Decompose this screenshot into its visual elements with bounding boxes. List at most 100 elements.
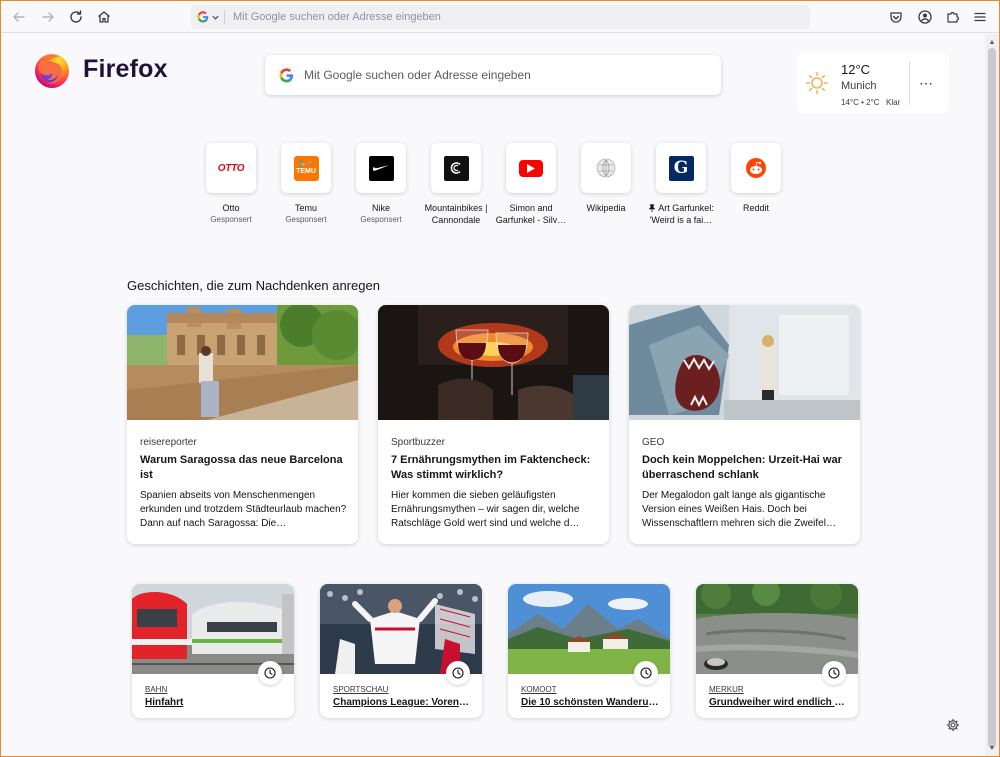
search-engine-selector[interactable] xyxy=(197,11,220,23)
story-card[interactable]: GEO Doch kein Moppelchen: Urzeit-Hai war… xyxy=(629,305,860,544)
topsite-temu[interactable]: 🛍️ 🛒 TEMU Temu Gesponsert xyxy=(268,143,344,224)
weather-more-icon[interactable]: ⋯ xyxy=(919,75,934,92)
topsite-reddit[interactable]: Reddit xyxy=(718,143,794,214)
topsite-otto[interactable]: OTTO Otto Gesponsert xyxy=(193,143,269,224)
story-excerpt: Hier kommen die sieben geläufigsten Ernä… xyxy=(391,490,580,529)
home-icon xyxy=(98,11,110,23)
google-icon xyxy=(279,67,294,82)
topsite-title: Mountainbikes | Cannondale xyxy=(424,203,488,225)
small-story-card[interactable]: KOMOOT Die 10 schönsten Wanderungen xyxy=(508,584,670,718)
otto-logo-icon: OTTO xyxy=(217,162,245,174)
main-search-box[interactable] xyxy=(265,55,721,95)
firefox-logo: Firefox xyxy=(31,48,168,90)
weather-widget[interactable]: 12°C Munich 14°C • 2°C Klar ⋯ xyxy=(797,53,949,113)
clock-icon xyxy=(258,661,282,685)
topsite-title: Wikipedia xyxy=(586,203,626,213)
topsite-title: Otto xyxy=(222,203,240,213)
clock-icon xyxy=(634,661,658,685)
topsite-tile[interactable] xyxy=(356,143,406,193)
story-image-wine xyxy=(378,305,609,420)
story-excerpt: Spanien abseits von Menschenmengen erkun… xyxy=(140,490,347,529)
topsite-cannondale[interactable]: Mountainbikes | Cannondale xyxy=(418,143,494,226)
pocket-button[interactable] xyxy=(884,5,908,29)
search-input[interactable] xyxy=(304,68,704,82)
topsite-title: Simon and Garfunkel - Silv… xyxy=(495,203,567,225)
story-image-saragossa xyxy=(127,305,358,420)
topsite-title: Reddit xyxy=(742,203,769,213)
small-story-card[interactable]: BAHN Hinfahrt xyxy=(132,584,294,718)
story-source: Sportbuzzer xyxy=(391,437,445,448)
story-card[interactable]: reisereporter Warum Saragossa das neue B… xyxy=(127,305,358,544)
section-title: Geschichten, die zum Nachdenken anregen xyxy=(127,278,380,293)
story-title[interactable]: Grundweiher wird endlich saniert xyxy=(709,697,847,708)
scrollbar-thumb[interactable] xyxy=(988,48,996,748)
topsite-tile[interactable] xyxy=(506,143,556,193)
story-title[interactable]: Hinfahrt xyxy=(145,697,283,708)
story-title[interactable]: Warum Saragossa das neue Barcelona ist xyxy=(140,453,348,483)
topsite-tile[interactable]: OTTO xyxy=(206,143,256,193)
story-source: BAHN xyxy=(145,685,168,694)
story-card[interactable]: Sportbuzzer 7 Ernährungsmythen im Fakten… xyxy=(378,305,609,544)
customize-button[interactable] xyxy=(946,718,960,737)
google-icon xyxy=(197,11,209,23)
story-title[interactable]: 7 Ernährungsmythen im Faktencheck: Was s… xyxy=(391,453,599,483)
urlbar-separator xyxy=(224,10,225,24)
pin-icon xyxy=(648,204,656,212)
story-source: MERKUR xyxy=(709,685,744,694)
nike-logo-icon xyxy=(368,155,394,181)
topsite-guardian[interactable]: G Art Garfunkel: 'Weird is a fai… xyxy=(643,143,719,226)
story-title[interactable]: Die 10 schönsten Wanderungen xyxy=(521,697,659,708)
weather-temperature: 12°C xyxy=(841,62,871,77)
story-image-shark xyxy=(629,305,860,420)
topsite-title: Temu xyxy=(294,203,317,213)
browser-toolbar xyxy=(1,1,999,33)
extensions-button[interactable] xyxy=(941,5,965,29)
topsite-tile[interactable] xyxy=(431,143,481,193)
topsite-tile[interactable]: 🛍️ 🛒 TEMU xyxy=(281,143,331,193)
story-source: SPORTSCHAU xyxy=(333,685,389,694)
story-title[interactable]: Champions League: Vorentscheidung xyxy=(333,697,471,708)
hamburger-icon xyxy=(974,12,986,22)
topsite-sponsored-label: Gesponsert xyxy=(285,215,327,224)
topsite-title: Nike xyxy=(371,203,390,213)
account-button[interactable] xyxy=(913,5,937,29)
topsite-tile[interactable]: G xyxy=(656,143,706,193)
page-scrollbar[interactable]: ▲ ▼ xyxy=(985,34,999,756)
chevron-down-icon xyxy=(212,15,219,20)
topsite-tile[interactable] xyxy=(731,143,781,193)
scroll-down-arrow-icon[interactable]: ▼ xyxy=(988,744,996,752)
url-bar[interactable] xyxy=(191,5,810,29)
arrow-right-icon xyxy=(42,12,54,22)
cannondale-logo-icon xyxy=(443,155,469,181)
forward-button[interactable] xyxy=(36,5,60,29)
back-button[interactable] xyxy=(7,5,31,29)
reload-button[interactable] xyxy=(64,5,88,29)
pocket-icon xyxy=(890,12,902,23)
sun-icon xyxy=(805,71,829,95)
url-input[interactable] xyxy=(233,11,773,23)
scroll-up-arrow-icon[interactable]: ▲ xyxy=(988,38,996,46)
topsite-sponsored-label: Gesponsert xyxy=(210,215,252,224)
weather-range: 14°C • 2°C xyxy=(841,98,880,107)
account-icon xyxy=(918,10,932,24)
wikipedia-logo-icon xyxy=(596,158,616,178)
clock-icon xyxy=(822,661,846,685)
story-title[interactable]: Doch kein Moppelchen: Urzeit-Hai war übe… xyxy=(642,453,850,483)
small-story-card[interactable]: SPORTSCHAU Champions League: Vorentschei… xyxy=(320,584,482,718)
topsite-sponsored-label: Gesponsert xyxy=(360,215,402,224)
topsite-wikipedia[interactable]: Wikipedia xyxy=(568,143,644,214)
clock-icon xyxy=(446,661,470,685)
story-source: KOMOOT xyxy=(521,685,557,694)
home-button[interactable] xyxy=(92,5,116,29)
topsite-tile[interactable] xyxy=(581,143,631,193)
small-story-card[interactable]: MERKUR Grundweiher wird endlich saniert xyxy=(696,584,858,718)
topsite-youtube[interactable]: Simon and Garfunkel - Silv… xyxy=(493,143,569,226)
topsite-title: Art Garfunkel: 'Weird is a fai… xyxy=(648,203,714,225)
story-excerpt: Der Megalodon galt lange als gigantische… xyxy=(642,490,836,529)
topsite-nike[interactable]: Nike Gesponsert xyxy=(343,143,419,224)
menu-button[interactable] xyxy=(968,5,992,29)
gear-icon xyxy=(946,718,960,732)
weather-divider xyxy=(909,61,910,105)
weather-city: Munich xyxy=(841,80,877,92)
reload-icon xyxy=(70,10,82,23)
